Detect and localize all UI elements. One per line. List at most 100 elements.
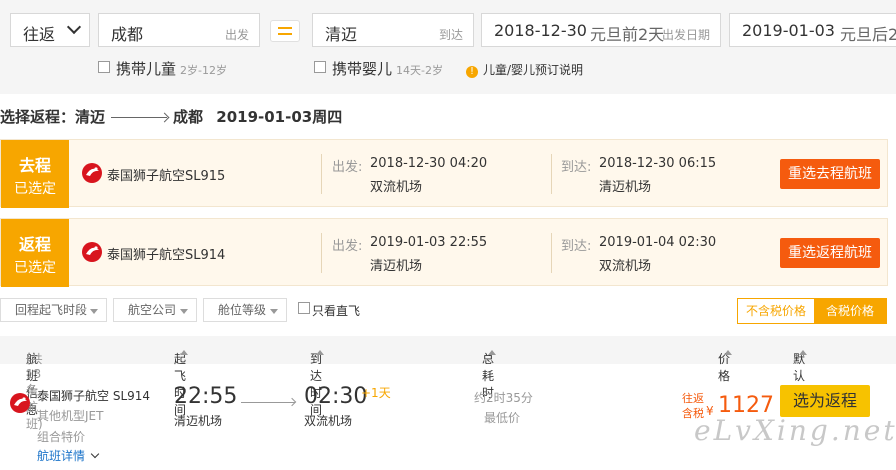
sort-up-icon	[180, 350, 188, 355]
inbound-arr-label: 到达:	[561, 239, 592, 254]
reselect-inbound-button[interactable]: 重选返程航班	[780, 238, 880, 268]
to-label: 到达	[438, 28, 463, 42]
sort-up-icon	[316, 350, 324, 355]
title-origin: 选择返程：清迈	[0, 108, 106, 126]
outbound-tag: 去程 已选定	[1, 140, 69, 208]
outbound-arr-label: 到达:	[561, 160, 592, 175]
depart-date-input[interactable]: 2018-12-30 元旦前2天 出发日期	[481, 13, 721, 47]
lion-air-logo-icon	[10, 393, 30, 413]
flight-plane-type: 其他机型JET	[37, 409, 104, 423]
child-checkbox[interactable]	[98, 61, 110, 73]
infant-note: 14天-2岁	[396, 64, 443, 77]
flight-duration: 约2时35分	[474, 391, 533, 405]
price-with-tax-tab[interactable]: 含税价格	[814, 299, 886, 323]
sort-up-icon	[724, 350, 732, 355]
inbound-dep-label: 出发:	[332, 239, 363, 254]
search-bar: 往返 成都 出发 清迈 到达 2018-12-30 元旦前2天 出发日期 201…	[0, 0, 896, 94]
filter-return-time-label: 回程起飞时段	[15, 303, 88, 317]
selected-outbound-row: 去程 已选定 泰国狮子航空SL915 出发: 2018-12-30 04:20 …	[0, 139, 888, 208]
caret-down-icon	[90, 309, 98, 314]
return-date-value: 2019-01-03	[742, 21, 835, 40]
flight-arrow	[241, 402, 295, 403]
child-option[interactable]: 携带儿童 2岁-12岁	[98, 58, 227, 79]
infant-checkbox[interactable]	[314, 61, 326, 73]
flight-dep-airport: 清迈机场	[174, 414, 223, 428]
caret-down-icon	[270, 309, 278, 314]
outbound-dep-time: 2018-12-30 04:20	[370, 156, 488, 171]
child-label: 携带儿童	[116, 60, 177, 78]
flight-airline-code: 泰国狮子航空 SL914	[37, 387, 150, 404]
flight-details-link[interactable]: 航班详情	[37, 447, 100, 464]
infant-option[interactable]: 携带婴儿 14天-2岁	[314, 58, 443, 79]
flight-code: SL914	[112, 389, 151, 403]
flight-arr-time: 02:30	[304, 384, 368, 409]
child-note: 2岁-12岁	[180, 64, 227, 77]
results-header: 航班信息(共13条航班) 起飞时间 到达时间 总耗时 价格 默认排序	[0, 336, 896, 431]
swap-icon	[278, 27, 292, 29]
infant-label: 携带婴儿	[332, 60, 393, 78]
direct-only-checkbox[interactable]	[298, 302, 310, 314]
swap-cities-button[interactable]	[270, 20, 300, 42]
return-date-note: 元旦后2	[840, 25, 896, 44]
sort-up-icon	[488, 350, 496, 355]
divider	[321, 233, 322, 273]
swap-icon-line	[278, 33, 292, 35]
depart-date-label: 出发日期	[661, 28, 710, 42]
child-infant-info-link[interactable]: ! 儿童/婴儿预订说明	[466, 61, 583, 78]
flight-arr-airport: 双流机场	[304, 414, 353, 428]
arrow-right-icon	[287, 397, 297, 407]
info-link-label: 儿童/婴儿预订说明	[483, 63, 584, 77]
inbound-dep-airport: 清迈机场	[370, 259, 423, 274]
filter-airline-label: 航空公司	[128, 303, 177, 317]
trip-type-value: 往返	[23, 25, 56, 44]
reselect-outbound-button[interactable]: 重选去程航班	[780, 159, 880, 189]
select-return-button[interactable]: 选为返程	[780, 385, 870, 417]
caret-down-icon	[180, 309, 188, 314]
to-city-input[interactable]: 清迈 到达	[312, 13, 474, 47]
filter-cabin-label: 舱位等级	[218, 303, 267, 317]
from-city-input[interactable]: 成都 出发	[98, 13, 260, 47]
divider	[551, 154, 552, 194]
outbound-arr-airport: 清迈机场	[599, 180, 652, 195]
flight-lowest-label: 最低价	[484, 411, 521, 425]
lion-air-logo-icon	[82, 163, 102, 183]
filter-airline[interactable]: 航空公司	[113, 298, 197, 322]
depart-date-value: 2018-12-30	[494, 21, 587, 40]
inbound-tag-status: 已选定	[14, 260, 56, 276]
return-date-input[interactable]: 2019-01-03 元旦后2	[729, 13, 896, 47]
flight-dep-time: 22:55	[174, 384, 238, 409]
inbound-arr-airport: 双流机场	[599, 259, 652, 274]
divider	[551, 233, 552, 273]
tax-toggle: 不含税价格 含税价格	[737, 298, 887, 324]
inbound-tag-title: 返程	[18, 235, 51, 254]
direct-only-option[interactable]: 只看直飞	[298, 302, 360, 319]
title-date: 2019-01-03周四	[216, 108, 343, 126]
page-title: 选择返程：清迈 成都 2019-01-03周四	[0, 106, 342, 127]
flight-details-label: 航班详情	[37, 449, 86, 463]
price-no-tax-tab[interactable]: 不含税价格	[738, 299, 814, 323]
flight-fare-type: 组合特价	[37, 430, 86, 444]
outbound-arr-time: 2018-12-30 06:15	[599, 156, 717, 171]
filter-return-time[interactable]: 回程起飞时段	[0, 298, 107, 322]
chevron-down-icon	[90, 449, 100, 459]
direct-only-label: 只看直飞	[312, 304, 361, 318]
from-label: 出发	[224, 28, 249, 42]
inbound-tag: 返程 已选定	[1, 219, 69, 287]
inbound-dep-time: 2019-01-03 22:55	[370, 235, 488, 250]
depart-date-note: 元旦前2天	[590, 25, 665, 44]
chevron-down-icon	[66, 19, 82, 35]
inbound-airline: 泰国狮子航空SL914	[107, 248, 226, 263]
from-city-value: 成都	[111, 25, 144, 44]
flight-airline: 泰国狮子航空	[37, 389, 110, 403]
filter-cabin-class[interactable]: 舱位等级	[203, 298, 287, 322]
flight-plus-day: +1天	[361, 386, 391, 400]
trip-type-select[interactable]: 往返	[10, 13, 90, 47]
lion-air-logo-icon	[82, 242, 102, 262]
inbound-arr-time: 2019-01-04 02:30	[599, 235, 717, 250]
price-roundtrip-label: 往返	[682, 392, 704, 405]
outbound-airline: 泰国狮子航空SL915	[107, 169, 226, 184]
outbound-dep-airport: 双流机场	[370, 180, 423, 195]
outbound-tag-title: 去程	[18, 156, 51, 175]
divider	[321, 154, 322, 194]
outbound-tag-status: 已选定	[14, 181, 56, 197]
